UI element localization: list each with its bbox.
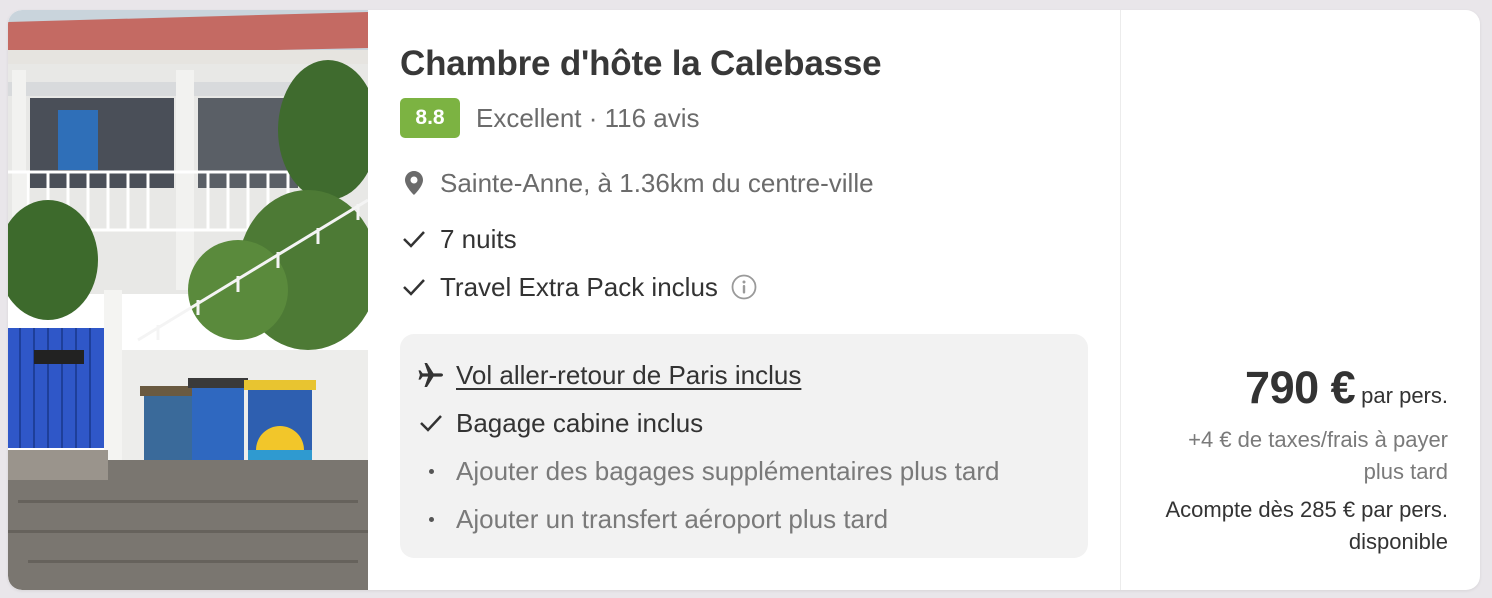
taxes-note: +4 € de taxes/frais à payer plus tard [1188, 427, 1448, 484]
flight-row: Vol aller-retour de Paris inclus [416, 358, 801, 392]
airplane-icon [416, 360, 446, 390]
feature-travel-pack: Travel Extra Pack inclus [400, 270, 758, 304]
map-pin-icon [400, 169, 428, 197]
flight-item-label: Ajouter des bagages supplémentaires plus… [456, 455, 1000, 486]
price-amount: 790 € [1245, 362, 1356, 413]
flight-details-box: Vol aller-retour de Paris inclus Bagage … [400, 334, 1088, 558]
check-icon [400, 225, 428, 253]
bullet-dot-icon [416, 456, 446, 486]
feature-label: 7 nuits [440, 223, 517, 254]
price-row: 790 € par pers. [1245, 362, 1448, 414]
hotel-title[interactable]: Chambre d'hôte la Calebasse [400, 44, 882, 84]
hotel-result-card[interactable]: Chambre d'hôte la Calebasse 8.8 Excellen… [8, 10, 1480, 590]
flight-item-label: Ajouter un transfert aéroport plus tard [456, 503, 889, 534]
flight-item: Ajouter des bagages supplémentaires plus… [416, 454, 999, 488]
price-per-person: par pers. [1361, 383, 1448, 408]
price-panel: 790 € par pers. +4 € de taxes/frais à pa… [1120, 10, 1480, 590]
score-badge: 8.8 [400, 98, 460, 138]
feature-nights: 7 nuits [400, 222, 517, 256]
listing-details: Chambre d'hôte la Calebasse 8.8 Excellen… [400, 10, 1100, 590]
info-circle-icon[interactable] [730, 273, 758, 301]
rating-text[interactable]: Excellent · 116 avis [476, 103, 700, 134]
rating-row: 8.8 Excellent · 116 avis [400, 98, 700, 138]
check-icon [416, 408, 446, 438]
location-row: Sainte-Anne, à 1.36km du centre-ville [400, 166, 874, 200]
location-text: Sainte-Anne, à 1.36km du centre-ville [440, 167, 874, 198]
flight-item: Bagage cabine inclus [416, 406, 703, 440]
feature-label: Travel Extra Pack inclus [440, 271, 718, 302]
flight-item-label: Bagage cabine inclus [456, 407, 704, 438]
flight-item: Ajouter un transfert aéroport plus tard [416, 502, 888, 536]
deposit-note: Acompte dès 285 € par pers. disponible [1165, 497, 1449, 554]
bullet-dot-icon [416, 504, 446, 534]
flight-link[interactable]: Vol aller-retour de Paris inclus [456, 360, 801, 391]
check-icon [400, 273, 428, 301]
hotel-photo[interactable] [8, 10, 368, 590]
